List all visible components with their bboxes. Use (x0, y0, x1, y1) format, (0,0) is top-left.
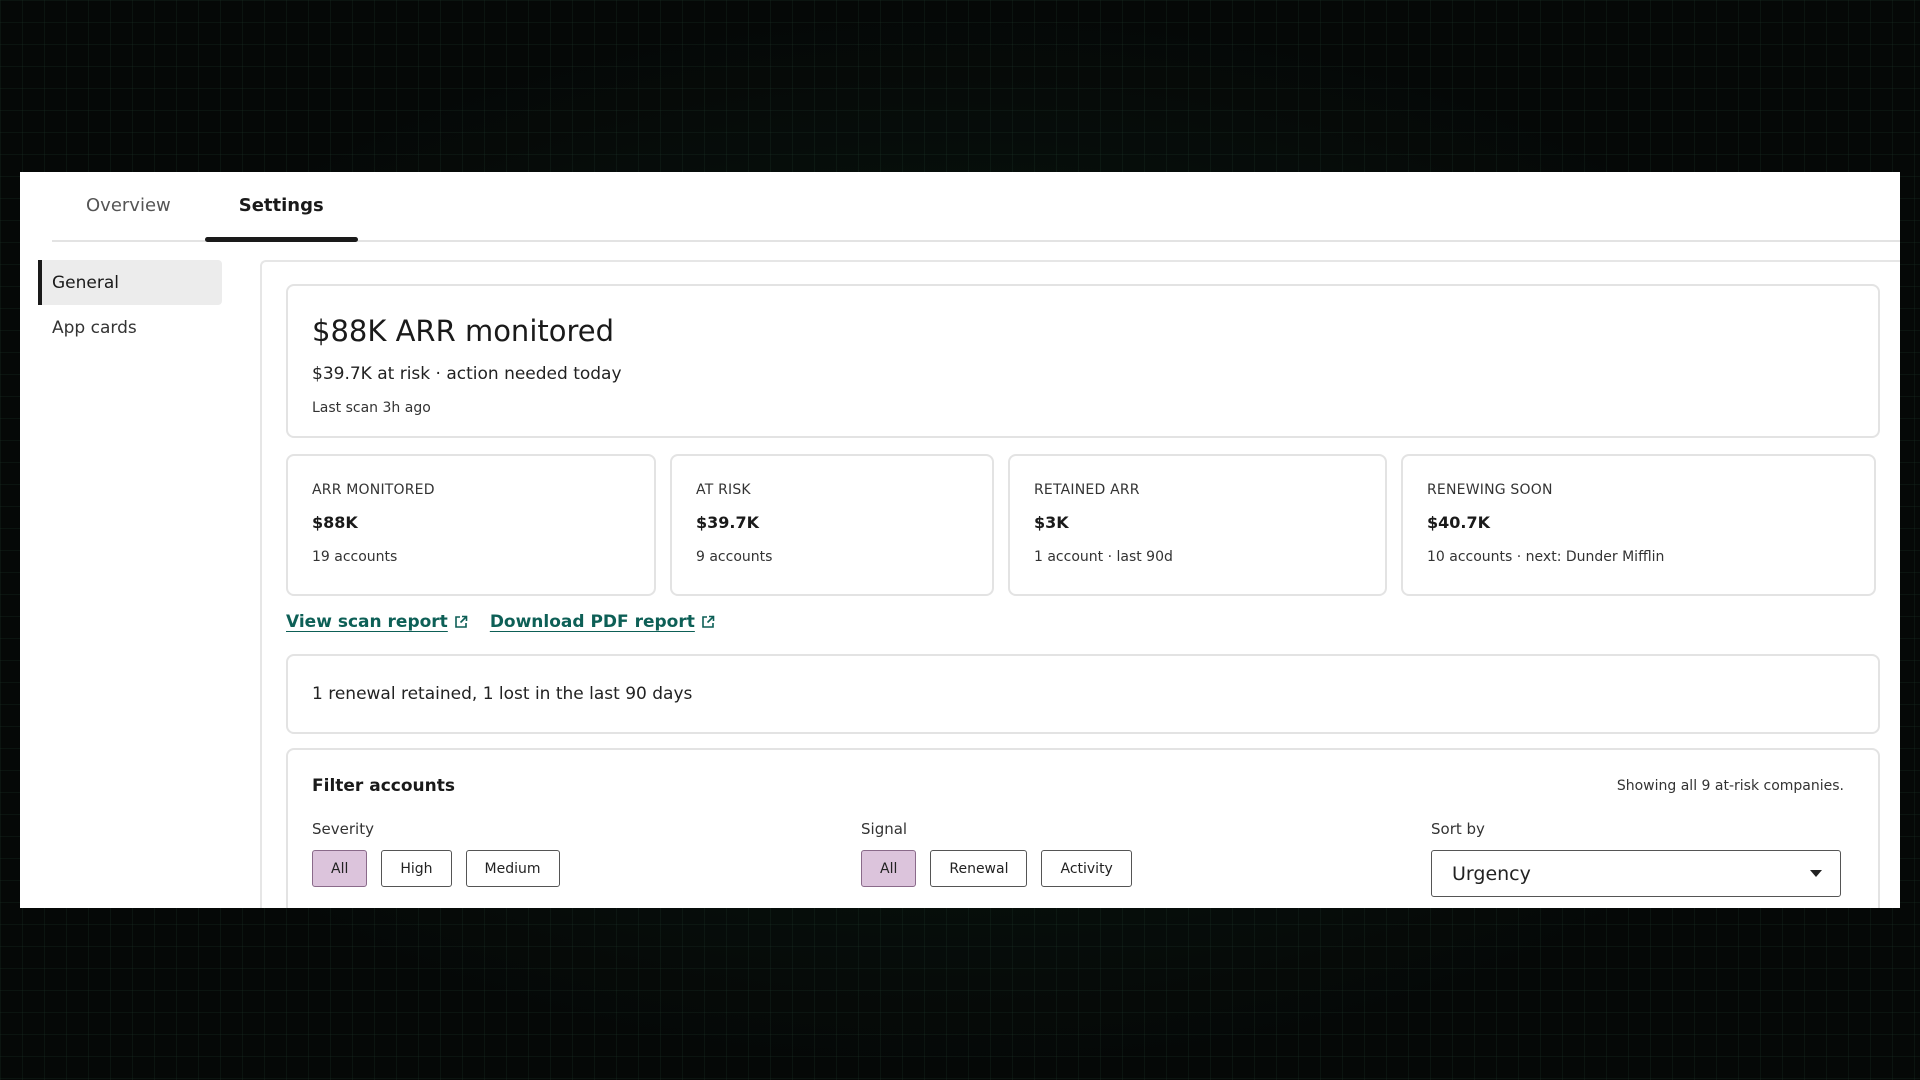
signal-chip-activity[interactable]: Activity (1041, 850, 1132, 887)
renewal-summary-card: 1 renewal retained, 1 lost in the last 9… (286, 654, 1880, 734)
main-panel: $88K ARR monitored $39.7K at risk · acti… (260, 260, 1900, 908)
last-scan-text: Last scan 3h ago (312, 400, 431, 416)
download-pdf-report-label: Download PDF report (489, 612, 695, 632)
external-link-icon (455, 615, 468, 628)
sidebar: General App cards (38, 260, 222, 350)
filter-title: Filter accounts (312, 776, 455, 796)
stat-label: RENEWING SOON (1427, 482, 1553, 498)
signal-label: Signal (861, 820, 908, 838)
stat-value: $39.7K (696, 513, 760, 532)
stat-label: RETAINED ARR (1034, 482, 1140, 498)
sort-select[interactable]: Urgency (1431, 850, 1841, 897)
stat-label: AT RISK (696, 482, 751, 498)
severity-filter: Severity All High Medium (312, 820, 560, 887)
stat-card-renewing-soon: RENEWING SOON $40.7K 10 accounts · next:… (1401, 454, 1876, 596)
results-count: Showing all 9 at-risk companies. (1616, 778, 1844, 794)
hero-card: $88K ARR monitored $39.7K at risk · acti… (286, 284, 1880, 438)
app-window: Overview Settings General App cards $88K… (20, 172, 1900, 908)
sort-value: Urgency (1452, 862, 1531, 885)
chevron-down-icon (1810, 870, 1822, 877)
stat-card-retained-arr: RETAINED ARR $3K 1 account · last 90d (1008, 454, 1387, 596)
stat-value: $88K (312, 513, 358, 532)
stat-value: $3K (1034, 513, 1069, 532)
stat-note: 19 accounts (312, 549, 398, 565)
stat-note: 9 accounts (696, 549, 773, 565)
severity-chip-all[interactable]: All (312, 850, 368, 887)
severity-chip-medium[interactable]: Medium (465, 850, 560, 887)
report-links: View scan report Download PDF report (286, 612, 715, 632)
tab-overview[interactable]: Overview (52, 172, 205, 240)
view-scan-report-link[interactable]: View scan report (286, 612, 468, 632)
sort-control: Sort by Urgency (1431, 820, 1841, 897)
stat-card-at-risk: AT RISK $39.7K 9 accounts (670, 454, 994, 596)
severity-label: Severity (312, 820, 374, 838)
tab-bar: Overview Settings (52, 172, 1900, 242)
signal-filter: Signal All Renewal Activity (861, 820, 1132, 887)
external-link-icon (702, 615, 715, 628)
severity-chip-high[interactable]: High (381, 850, 452, 887)
download-pdf-report-link[interactable]: Download PDF report (490, 612, 715, 632)
hero-title: $88K ARR monitored (312, 314, 615, 348)
sidebar-item-general[interactable]: General (38, 260, 222, 305)
filter-accounts-card: Filter accounts Showing all 9 at-risk co… (286, 748, 1880, 908)
stat-card-arr-monitored: ARR MONITORED $88K 19 accounts (286, 454, 656, 596)
stat-value: $40.7K (1427, 513, 1491, 532)
stat-label: ARR MONITORED (312, 482, 435, 498)
sort-label: Sort by (1431, 820, 1485, 838)
signal-chip-renewal[interactable]: Renewal (930, 850, 1028, 887)
hero-subtitle: $39.7K at risk · action needed today (312, 364, 622, 384)
stat-note: 1 account · last 90d (1034, 549, 1173, 565)
signal-chip-all[interactable]: All (861, 850, 917, 887)
renewal-summary-text: 1 renewal retained, 1 lost in the last 9… (312, 684, 693, 704)
stat-note: 10 accounts · next: Dunder Mifflin (1427, 549, 1665, 565)
view-scan-report-label: View scan report (286, 612, 448, 632)
sidebar-item-app-cards[interactable]: App cards (38, 305, 222, 350)
tab-settings[interactable]: Settings (204, 172, 358, 242)
